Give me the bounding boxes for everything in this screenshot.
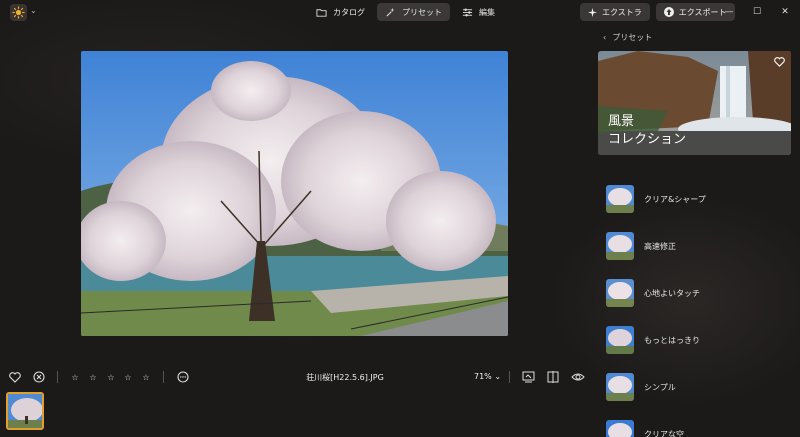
divider xyxy=(163,371,164,383)
tab-edit[interactable]: 編集 xyxy=(454,3,503,21)
preset-item[interactable]: もっとはっきり xyxy=(606,325,786,355)
tab-preset-label: プリセット xyxy=(402,7,442,17)
minimize-button[interactable]: — xyxy=(716,3,742,21)
zoom-select[interactable]: 71% ⌄ xyxy=(474,372,501,381)
star-icon-5[interactable]: ☆ xyxy=(139,370,153,384)
divider xyxy=(57,371,58,383)
tab-edit-label: 編集 xyxy=(479,7,495,17)
heart-icon[interactable] xyxy=(8,370,22,384)
back-label: プリセット xyxy=(612,33,653,42)
upload-icon xyxy=(663,7,674,17)
preset-thumbnail xyxy=(606,279,634,307)
preset-thumbnail xyxy=(606,373,634,401)
eye-icon[interactable] xyxy=(571,370,585,384)
zoom-value: 71% xyxy=(474,372,492,381)
file-name: 荘川桜[H22.5.6].JPG xyxy=(306,373,384,382)
extra-button[interactable]: エクストラ xyxy=(580,3,650,21)
info-panel-icon[interactable] xyxy=(521,370,535,384)
preset-item[interactable]: 高速修正 xyxy=(606,231,786,261)
preset-item[interactable]: 心地よいタッチ xyxy=(606,278,786,308)
divider xyxy=(509,371,510,383)
preset-item[interactable]: クリア&シャープ xyxy=(606,184,786,214)
close-button[interactable]: ✕ xyxy=(772,3,798,21)
app-menu-chevron-icon[interactable]: ⌄ xyxy=(30,6,37,15)
sparkle-icon xyxy=(588,7,597,17)
preset-label: クリアな空 xyxy=(644,429,684,437)
app-logo-icon[interactable] xyxy=(10,4,27,21)
star-icon-4[interactable]: ☆ xyxy=(121,370,135,384)
filmstrip-thumbnail[interactable] xyxy=(6,392,44,430)
maximize-button[interactable]: ☐ xyxy=(744,3,770,21)
tab-catalog[interactable]: カタログ xyxy=(308,3,373,21)
title-bar: ⌄ カタログ プリセット 編集 エクストラ エクスポート — ☐ ✕ xyxy=(0,0,800,24)
magic-wand-icon xyxy=(386,7,395,17)
preset-thumbnail xyxy=(606,232,634,260)
chevron-left-icon: ‹ xyxy=(603,33,607,42)
preset-label: もっとはっきり xyxy=(644,335,700,345)
star-icon-1[interactable]: ☆ xyxy=(68,370,82,384)
extra-button-label: エクストラ xyxy=(602,7,642,17)
banner-title: 風景 コレクション xyxy=(608,114,687,147)
main-photo[interactable] xyxy=(81,51,508,336)
preset-label: シンプル xyxy=(644,382,676,392)
preset-thumbnail xyxy=(606,185,634,213)
reject-icon[interactable] xyxy=(32,370,46,384)
folder-icon xyxy=(316,8,327,17)
sliders-icon xyxy=(462,8,473,16)
preset-label: 高速修正 xyxy=(644,241,676,251)
favorite-heart-icon[interactable] xyxy=(774,57,785,69)
preset-item[interactable]: シンプル xyxy=(606,372,786,402)
chevron-down-icon: ⌄ xyxy=(494,372,502,381)
preset-label: 心地よいタッチ xyxy=(644,288,700,298)
preset-thumbnail xyxy=(606,326,634,354)
preset-label: クリア&シャープ xyxy=(644,194,706,204)
back-to-presets[interactable]: ‹ プリセット xyxy=(603,32,652,43)
more-options-icon[interactable] xyxy=(176,370,190,384)
collection-banner[interactable]: 風景 コレクション xyxy=(598,51,791,155)
compare-icon[interactable] xyxy=(546,370,560,384)
top-navigation: カタログ プリセット 編集 xyxy=(308,3,503,21)
preset-item[interactable]: クリアな空 xyxy=(606,419,786,437)
star-icon-3[interactable]: ☆ xyxy=(104,370,118,384)
title-actions: エクストラ エクスポート xyxy=(580,3,735,21)
star-icon-2[interactable]: ☆ xyxy=(86,370,100,384)
tab-preset[interactable]: プリセット xyxy=(377,3,450,21)
preset-thumbnail xyxy=(606,420,634,437)
tab-catalog-label: カタログ xyxy=(333,7,365,17)
bottom-toolbar: ☆ ☆ ☆ ☆ ☆ 荘川桜[H22.5.6].JPG 71% ⌄ xyxy=(0,366,600,388)
